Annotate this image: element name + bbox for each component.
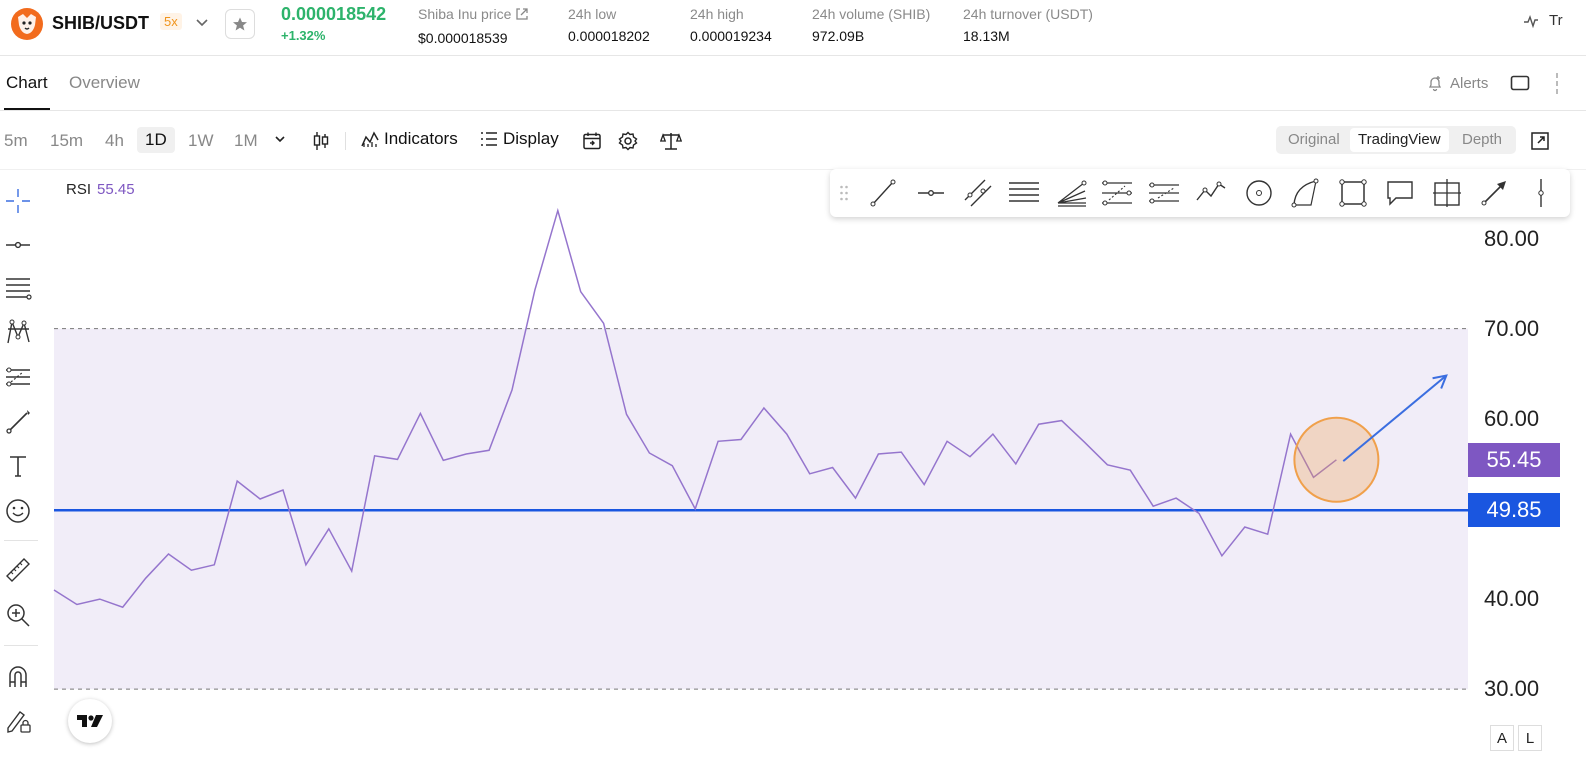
favorite-button[interactable] [225, 9, 255, 39]
timeframe-1m[interactable]: 1M [234, 131, 258, 151]
indicators-button[interactable]: Indicators [361, 129, 458, 149]
pair-dropdown-chevron-icon[interactable] [194, 14, 210, 35]
tab-chart[interactable]: Chart [6, 73, 48, 93]
indicator-name: RSI [66, 181, 92, 198]
stat-24h-volume: 24h volume (SHIB) 972.09B [812, 6, 930, 44]
stat-value: 0.000019234 [690, 28, 772, 44]
more-options-icon[interactable] [1552, 72, 1562, 101]
y-tick-label: 60.00 [1484, 405, 1540, 431]
y-tick-label: 70.00 [1484, 315, 1540, 341]
rsi-legend: RSI 55.45 [66, 181, 135, 198]
horizontal-ray-icon[interactable] [914, 177, 948, 209]
price-change: +1.32% [281, 28, 326, 43]
active-tab-indicator [4, 108, 50, 110]
pair-symbol[interactable]: SHIB/USDT [52, 13, 149, 34]
fib-fan-icon[interactable] [1054, 177, 1088, 209]
view-switch: Original TradingView Depth [1276, 126, 1516, 154]
last-price: 0.000018542 [281, 4, 387, 24]
stat-label: 24h low [568, 6, 617, 22]
timeframe-4h[interactable]: 4h [105, 131, 124, 151]
stat-value: $0.000018539 [418, 30, 508, 46]
horizontal-lines-icon[interactable] [1007, 177, 1041, 209]
display-button[interactable]: Display [480, 129, 559, 149]
view-original[interactable]: Original [1288, 131, 1340, 148]
stat-label: 24h high [690, 6, 744, 22]
timeframe-5m[interactable]: 5m [4, 131, 28, 151]
stat-label: 24h volume (SHIB) [812, 6, 931, 22]
fib-channel-icon[interactable] [1100, 177, 1134, 209]
timeframe-1d[interactable]: 1D [137, 127, 175, 153]
stat-24h-high: 24h high 0.000019234 [690, 6, 772, 44]
drag-handle-icon[interactable] [832, 177, 856, 209]
scale-balance-icon[interactable] [660, 131, 682, 151]
star-icon [233, 17, 247, 31]
arc-icon[interactable] [1289, 177, 1323, 209]
alerts-label: Alerts [1450, 74, 1489, 92]
vertical-line-icon[interactable] [1524, 177, 1558, 209]
display-icon [481, 132, 497, 146]
auto-scale-button[interactable]: A [1490, 725, 1514, 751]
stat-value: 18.13M [963, 28, 1010, 44]
stat-24h-low: 24h low 0.000018202 [568, 6, 650, 44]
shib-logo-icon [11, 8, 43, 40]
circle-icon[interactable] [1242, 177, 1276, 209]
main-tabs: Chart Overview Alerts [0, 56, 1586, 111]
y-tick-label: 80.00 [1484, 225, 1540, 251]
timeframe-more-chevron-icon[interactable] [274, 133, 286, 145]
ticker-header: SHIB/USDT 5x 0.000018542 +1.32% Shiba In… [0, 0, 1586, 56]
external-link-icon[interactable] [515, 7, 529, 24]
display-label: Display [503, 129, 559, 148]
timeframe-1w[interactable]: 1W [188, 131, 214, 151]
stat-label: Shiba Inu price [418, 6, 512, 22]
y-tick-label: 40.00 [1484, 586, 1540, 612]
log-scale-button[interactable]: L [1518, 725, 1542, 751]
view-tradingview[interactable]: TradingView [1350, 128, 1449, 152]
rsi-band [54, 328, 1468, 690]
window-mode-icon[interactable] [1510, 75, 1530, 96]
callout-icon[interactable] [1383, 177, 1417, 209]
fib-extension-icon[interactable] [1147, 177, 1181, 209]
fullscreen-expand-icon[interactable] [1530, 131, 1550, 156]
floating-drawing-toolbar [830, 169, 1570, 217]
current-value-badge: 55.45 [1468, 442, 1560, 477]
arrow-icon[interactable] [1477, 177, 1511, 209]
trend-line-icon[interactable] [866, 177, 900, 209]
chart-toolbar: 5m 15m 4h 1D 1W 1M Indicators Display Or… [0, 112, 1586, 170]
stat-label: 24h turnover (USDT) [963, 6, 1093, 22]
rectangle-icon[interactable] [1336, 177, 1370, 209]
indicators-icon [361, 131, 379, 147]
tradingview-logo-icon[interactable] [68, 699, 112, 743]
pulse-icon [1524, 14, 1538, 28]
leverage-badge: 5x [160, 13, 182, 30]
stat-value: 972.09B [812, 28, 865, 44]
settings-gear-icon[interactable] [618, 131, 638, 151]
crosshair-box-icon[interactable] [1430, 177, 1464, 209]
horizontal-line-price-badge: 49.85 [1468, 493, 1560, 528]
header-right-label: Tr [1549, 12, 1563, 29]
timeframe-15m[interactable]: 15m [50, 131, 83, 151]
highlight-circle-drawing[interactable] [1293, 416, 1380, 503]
bell-plus-icon [1428, 76, 1442, 92]
y-tick-label: 30.00 [1484, 676, 1540, 702]
indicator-value: 55.45 [97, 181, 135, 198]
rsi-chart[interactable] [0, 171, 1586, 762]
toolbar-divider [345, 132, 346, 150]
header-right-menu[interactable]: Tr [1523, 12, 1563, 29]
calendar-icon[interactable] [582, 131, 602, 151]
stat-value: 0.000018202 [568, 28, 650, 44]
zigzag-icon[interactable] [1194, 177, 1228, 209]
view-depth[interactable]: Depth [1462, 131, 1502, 148]
indicators-label: Indicators [384, 129, 458, 148]
parallel-channel-icon[interactable] [961, 177, 995, 209]
stat-24h-turnover: 24h turnover (USDT) 18.13M [963, 6, 1093, 44]
alerts-button[interactable]: Alerts [1426, 74, 1488, 92]
candle-type-icon[interactable] [312, 131, 330, 151]
tab-overview[interactable]: Overview [69, 73, 140, 93]
stat-index-price: Shiba Inu price $0.000018539 [418, 6, 529, 46]
